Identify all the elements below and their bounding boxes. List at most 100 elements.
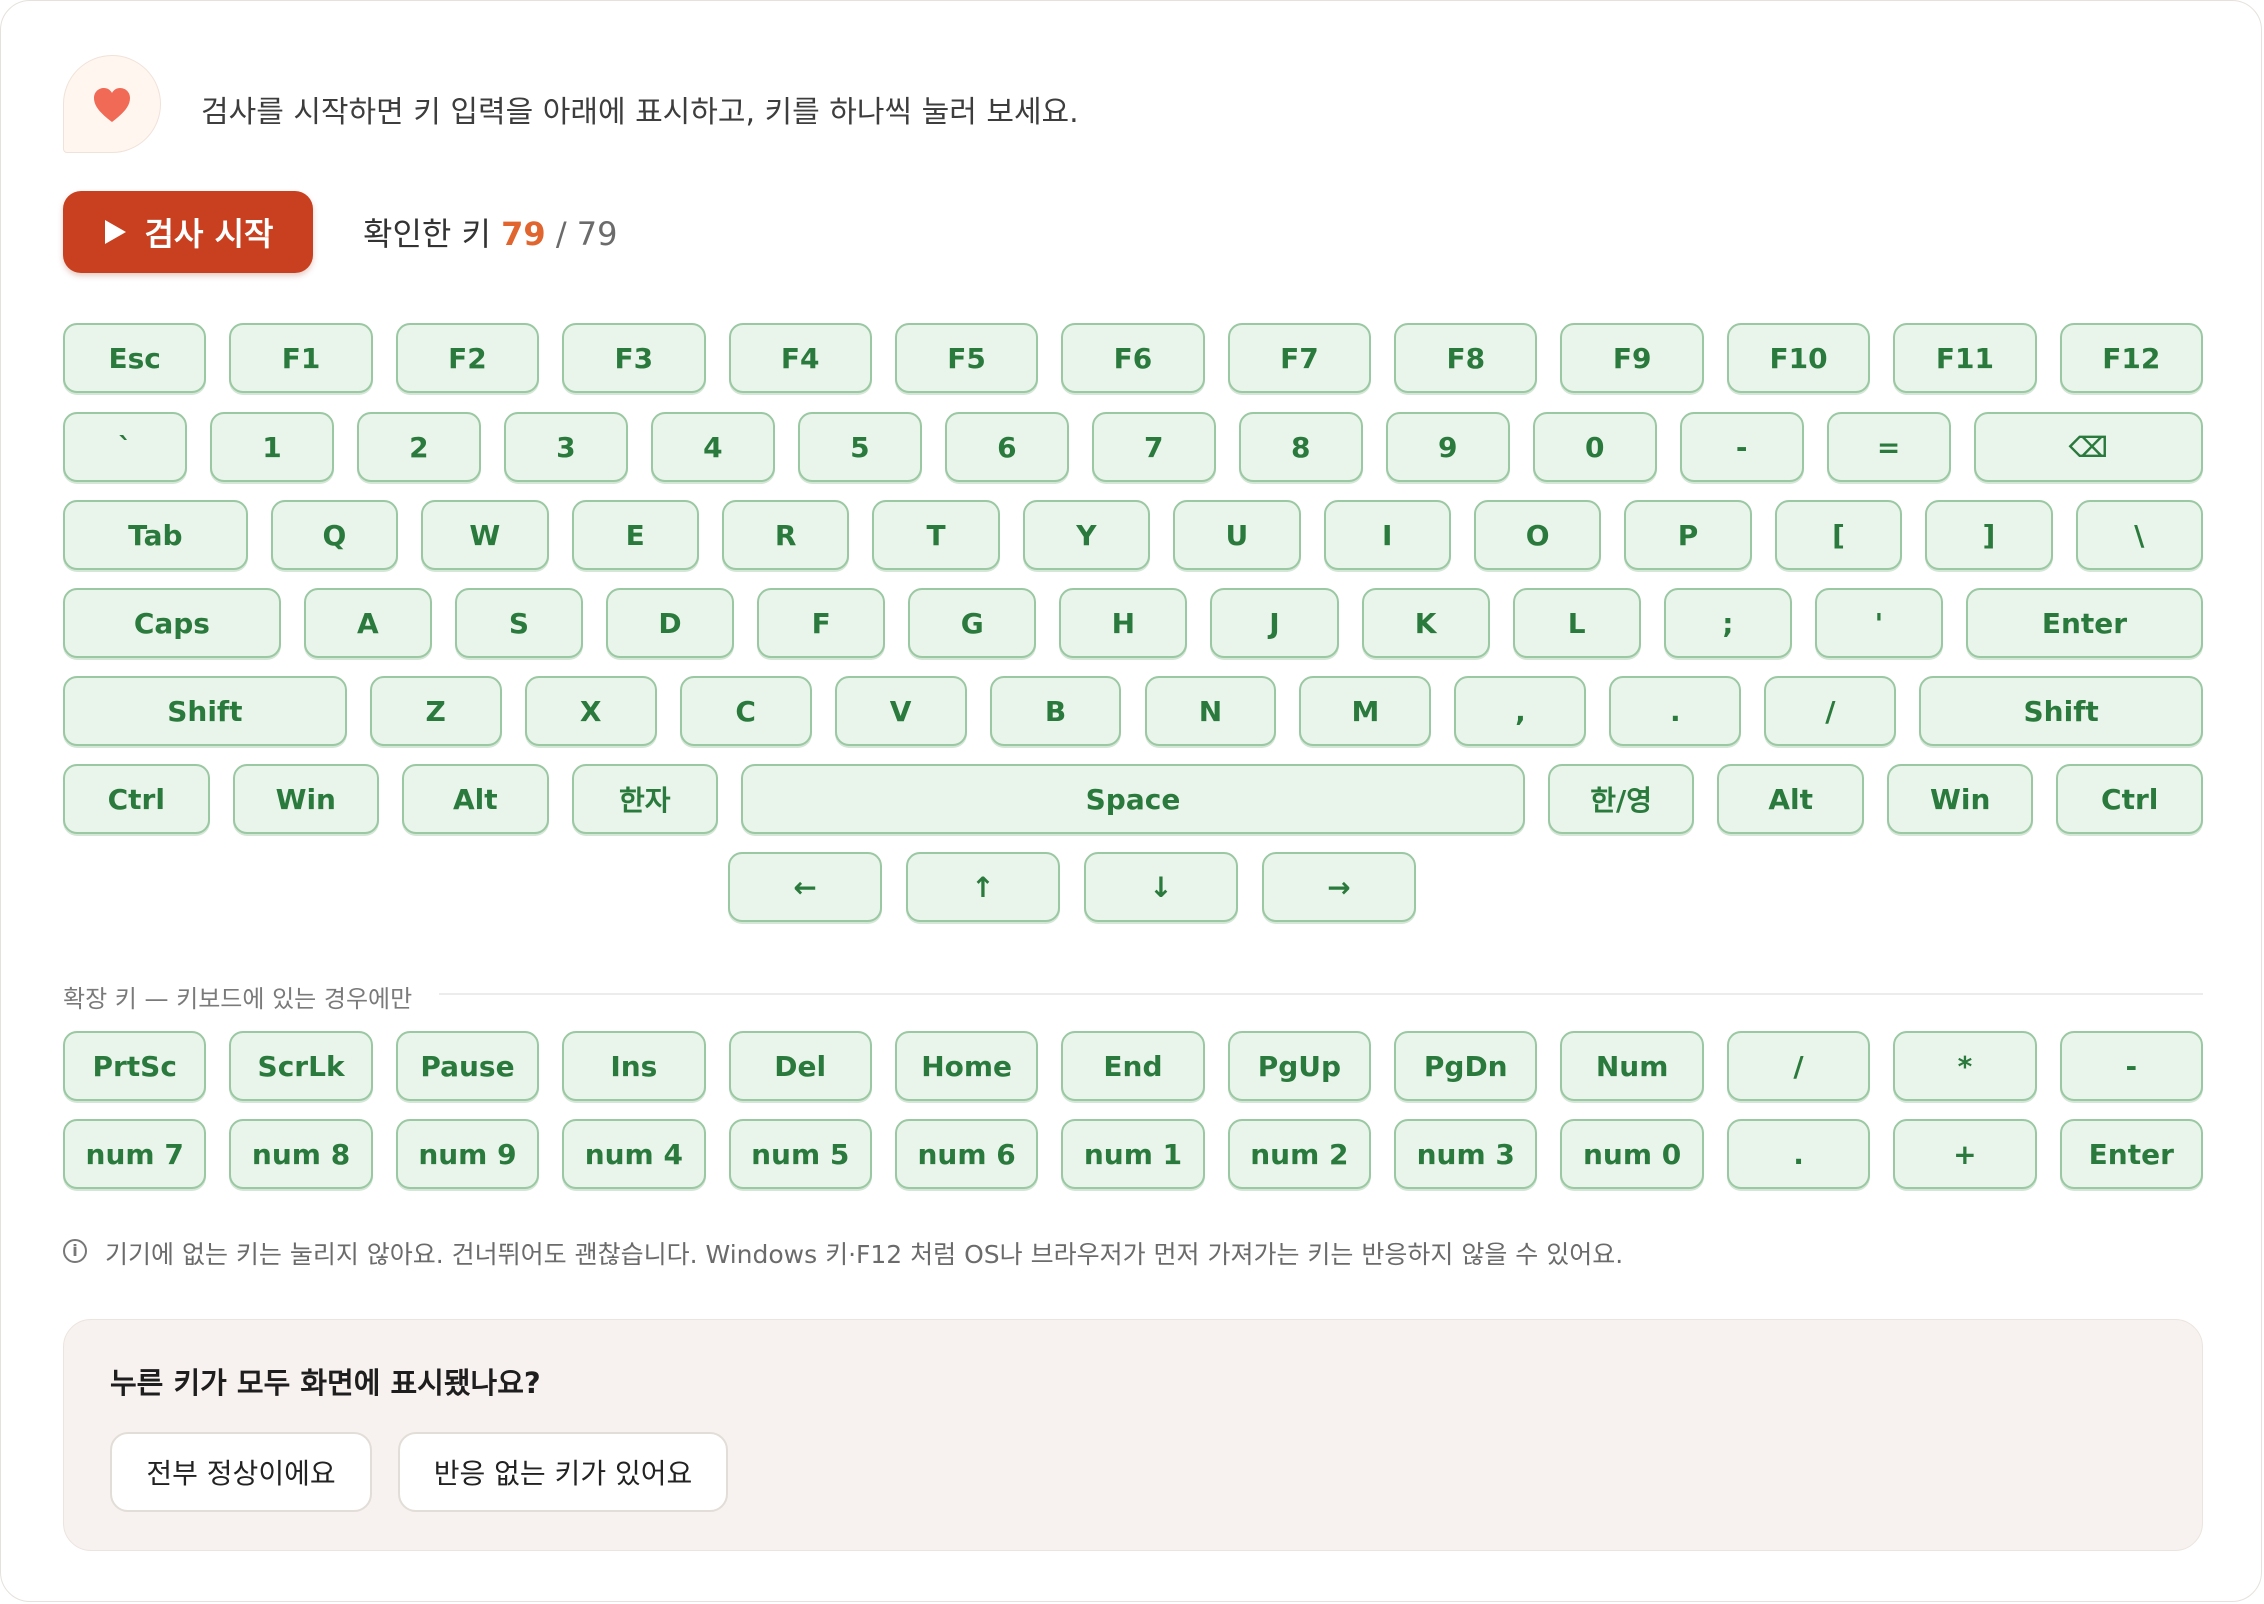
keyboard-key[interactable]: =	[1826, 412, 1951, 482]
keyboard-key[interactable]: D	[606, 588, 735, 658]
keyboard-key[interactable]: F	[757, 588, 886, 658]
extended-key[interactable]: +	[1893, 1119, 2037, 1189]
keyboard-key[interactable]: ]	[1925, 500, 2053, 570]
extended-key[interactable]: num 8	[229, 1119, 373, 1189]
keyboard-key[interactable]: ,	[1454, 676, 1587, 746]
keyboard-key[interactable]: W	[421, 500, 549, 570]
keyboard-key[interactable]: U	[1173, 500, 1301, 570]
keyboard-key[interactable]: B	[989, 676, 1122, 746]
keyboard-key[interactable]: →	[1262, 852, 1416, 922]
keyboard-key[interactable]: /	[1764, 676, 1897, 746]
keyboard-key[interactable]: K	[1361, 588, 1490, 658]
keyboard-key[interactable]: C	[679, 676, 812, 746]
keyboard-key[interactable]: 5	[797, 412, 922, 482]
keyboard-key[interactable]: 1	[209, 412, 334, 482]
keyboard-key[interactable]: 9	[1385, 412, 1510, 482]
keyboard-key[interactable]: T	[872, 500, 1000, 570]
keyboard-key[interactable]: 0	[1532, 412, 1657, 482]
extended-key[interactable]: .	[1726, 1119, 1871, 1189]
keyboard-key[interactable]: P	[1624, 500, 1752, 570]
extended-key[interactable]: num 1	[1061, 1119, 1205, 1189]
keyboard-key[interactable]: 한자	[571, 764, 719, 834]
keyboard-key[interactable]: G	[908, 588, 1037, 658]
extended-key[interactable]: *	[1893, 1031, 2037, 1101]
extended-key[interactable]: Enter	[2059, 1119, 2203, 1189]
keyboard-key[interactable]: R	[721, 500, 850, 570]
keyboard-key[interactable]: Y	[1022, 500, 1151, 570]
keyboard-key[interactable]: 2	[356, 412, 481, 482]
keyboard-key[interactable]: Ctrl	[2056, 764, 2203, 834]
keyboard-key[interactable]: Space	[741, 764, 1525, 834]
extended-key[interactable]: num 3	[1394, 1119, 1538, 1189]
keyboard-key[interactable]: F3	[562, 323, 706, 393]
extended-key[interactable]: -	[2059, 1031, 2203, 1101]
keyboard-key[interactable]: Tab	[63, 500, 248, 570]
start-test-button[interactable]: 검사 시작	[63, 191, 313, 273]
keyboard-key[interactable]: Shift	[1919, 676, 2203, 746]
extended-key[interactable]: num 6	[894, 1119, 1039, 1189]
keyboard-key[interactable]: F11	[1893, 323, 2037, 393]
extended-key[interactable]: PrtSc	[63, 1031, 207, 1101]
keyboard-key[interactable]: 7	[1091, 412, 1216, 482]
keyboard-key[interactable]: J	[1210, 588, 1339, 658]
keyboard-key[interactable]: A	[303, 588, 432, 658]
keyboard-key[interactable]: 한/영	[1547, 764, 1695, 834]
keyboard-key[interactable]: `	[63, 412, 187, 482]
keyboard-key[interactable]: N	[1144, 676, 1277, 746]
keyboard-key[interactable]: F12	[2059, 323, 2203, 393]
keyboard-key[interactable]: Ctrl	[63, 764, 210, 834]
keyboard-key[interactable]: Alt	[402, 764, 549, 834]
extended-key[interactable]: PgDn	[1394, 1031, 1538, 1101]
keyboard-key[interactable]: Win	[1886, 764, 2034, 834]
keyboard-key[interactable]: Esc	[63, 323, 207, 393]
extended-key[interactable]: PgUp	[1227, 1031, 1372, 1101]
keyboard-key[interactable]: -	[1679, 412, 1804, 482]
has-dead-keys-button[interactable]: 반응 없는 키가 있어요	[398, 1432, 728, 1512]
keyboard-key[interactable]: ↑	[906, 852, 1060, 922]
keyboard-key[interactable]: Caps	[63, 588, 281, 658]
keyboard-key[interactable]: F10	[1726, 323, 1871, 393]
extended-key[interactable]: /	[1726, 1031, 1871, 1101]
extended-key[interactable]: Ins	[562, 1031, 706, 1101]
keyboard-key[interactable]: F4	[728, 323, 872, 393]
extended-key[interactable]: num 7	[63, 1119, 207, 1189]
keyboard-key[interactable]: F6	[1061, 323, 1205, 393]
keyboard-key[interactable]: Shift	[63, 676, 347, 746]
keyboard-key[interactable]: ;	[1663, 588, 1792, 658]
keyboard-key[interactable]: '	[1814, 588, 1943, 658]
keyboard-key[interactable]: F9	[1560, 323, 1704, 393]
keyboard-key[interactable]: Alt	[1717, 764, 1864, 834]
keyboard-key[interactable]: X	[524, 676, 657, 746]
keyboard-key[interactable]: F2	[395, 323, 540, 393]
keyboard-key[interactable]: O	[1473, 500, 1602, 570]
keyboard-key[interactable]: [	[1774, 500, 1903, 570]
keyboard-key[interactable]: M	[1299, 676, 1432, 746]
keyboard-key[interactable]: 3	[503, 412, 628, 482]
keyboard-key[interactable]: I	[1323, 500, 1451, 570]
keyboard-key[interactable]: 4	[650, 412, 775, 482]
extended-key[interactable]: num 0	[1560, 1119, 1704, 1189]
extended-key[interactable]: ScrLk	[229, 1031, 373, 1101]
keyboard-key[interactable]: 6	[944, 412, 1069, 482]
keyboard-key[interactable]: ←	[728, 852, 882, 922]
extended-key[interactable]: num 5	[728, 1119, 872, 1189]
extended-key[interactable]: Pause	[395, 1031, 540, 1101]
keyboard-key[interactable]: Q	[270, 500, 399, 570]
keyboard-key[interactable]: S	[454, 588, 583, 658]
all-ok-button[interactable]: 전부 정상이에요	[110, 1432, 372, 1512]
extended-key[interactable]: num 2	[1227, 1119, 1372, 1189]
extended-key[interactable]: Num	[1560, 1031, 1704, 1101]
keyboard-key[interactable]: V	[834, 676, 967, 746]
keyboard-key[interactable]: \	[2075, 500, 2203, 570]
extended-key[interactable]: Home	[894, 1031, 1039, 1101]
keyboard-key[interactable]: F1	[229, 323, 373, 393]
keyboard-key[interactable]: F7	[1227, 323, 1372, 393]
keyboard-key[interactable]: Enter	[1965, 588, 2203, 658]
keyboard-key[interactable]: E	[571, 500, 699, 570]
keyboard-key[interactable]: F8	[1394, 323, 1538, 393]
keyboard-key[interactable]: F5	[894, 323, 1039, 393]
keyboard-key[interactable]: L	[1512, 588, 1641, 658]
extended-key[interactable]: End	[1061, 1031, 1205, 1101]
extended-key[interactable]: num 4	[562, 1119, 706, 1189]
keyboard-key[interactable]: 8	[1238, 412, 1363, 482]
